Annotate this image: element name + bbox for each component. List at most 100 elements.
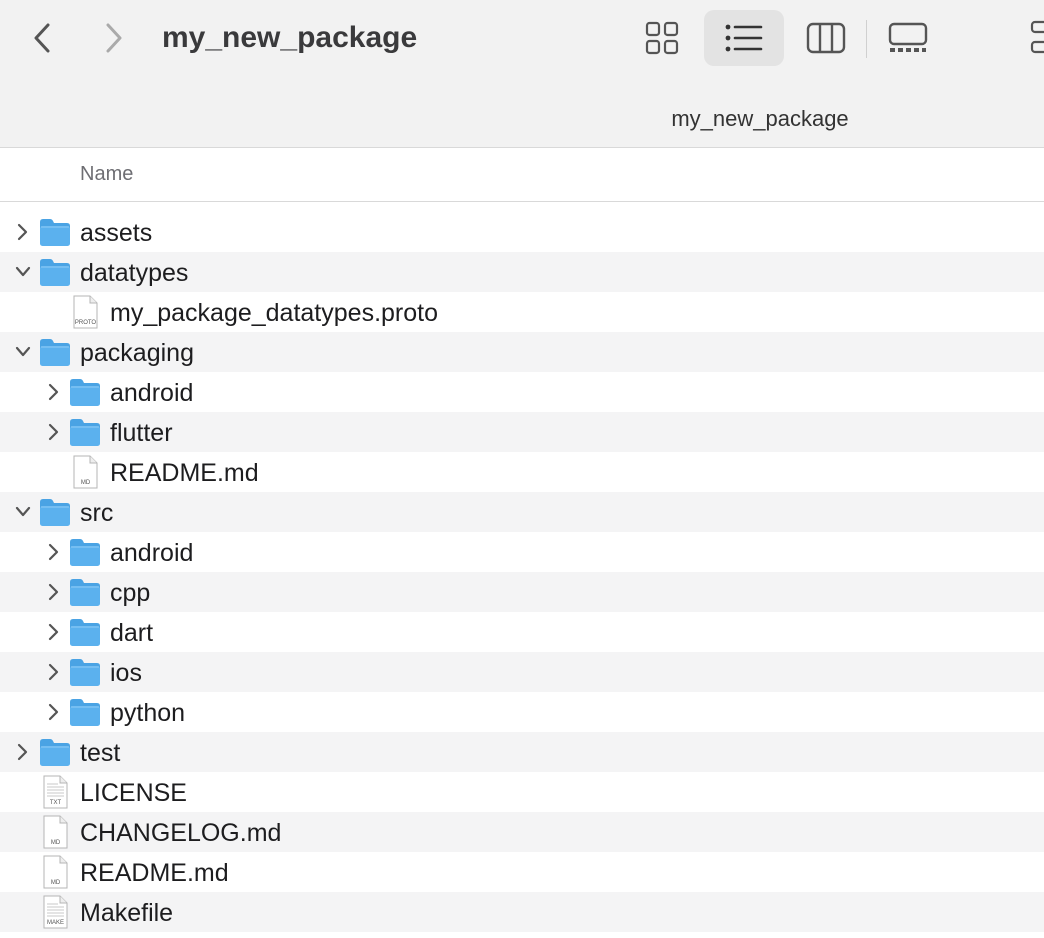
folder-name: ios (110, 659, 142, 687)
folder-name: packaging (80, 339, 194, 367)
folder-icon (40, 499, 70, 526)
folder-row[interactable]: datatypes (0, 252, 1044, 292)
file-name: Makefile (80, 899, 174, 927)
folder-icon (70, 419, 100, 446)
folder-row[interactable]: dart (0, 612, 1044, 652)
file-row[interactable]: MD README.md (0, 452, 1044, 492)
folder-icon (70, 379, 100, 406)
chevron-right-icon (48, 543, 59, 561)
folder-name: flutter (110, 419, 173, 447)
folder-name: android (110, 379, 194, 407)
disclosure-expanded-button[interactable] (15, 503, 31, 521)
document-icon: MD (43, 815, 68, 849)
folder-row[interactable]: cpp (0, 572, 1044, 612)
chevron-right-icon (48, 423, 59, 441)
file-type-tag: MD (51, 840, 61, 846)
disclosure-collapsed-button[interactable] (15, 223, 31, 241)
file-name: my_package_datatypes.proto (110, 299, 438, 327)
file-type-tag: TXT (50, 800, 62, 806)
folder-icon (70, 619, 100, 646)
back-button[interactable] (22, 16, 62, 60)
disclosure-collapsed-button[interactable] (46, 543, 62, 561)
folder-icon (70, 659, 100, 686)
document-icon: MAKE (43, 895, 68, 929)
disclosure-collapsed-button[interactable] (46, 383, 62, 401)
document-icon: MD (73, 455, 98, 489)
folder-row[interactable]: python (0, 692, 1044, 732)
disclosure-collapsed-button[interactable] (46, 703, 62, 721)
group-icon (1030, 20, 1044, 54)
file-name: CHANGELOG.md (80, 819, 282, 847)
folder-icon (70, 539, 100, 566)
file-type-tag: PROTO (75, 320, 97, 326)
folder-row[interactable]: src (0, 492, 1044, 532)
chevron-right-icon (48, 383, 59, 401)
list-icon (725, 24, 763, 52)
file-name: LICENSE (80, 779, 187, 807)
document-icon: TXT (43, 775, 68, 809)
gallery-view-button[interactable] (868, 10, 948, 66)
disclosure-expanded-button[interactable] (15, 263, 31, 281)
folder-icon (70, 699, 100, 726)
folder-row[interactable]: ios (0, 652, 1044, 692)
chevron-right-icon (48, 623, 59, 641)
disclosure-collapsed-button[interactable] (46, 423, 62, 441)
chevron-down-icon (15, 266, 31, 277)
chevron-down-icon (15, 346, 31, 357)
folder-row[interactable]: packaging (0, 332, 1044, 372)
column-view-button[interactable] (786, 10, 866, 66)
folder-icon (40, 739, 70, 766)
name-column-header[interactable]: Name (80, 160, 133, 188)
folder-row[interactable]: assets (0, 212, 1044, 252)
disclosure-collapsed-button[interactable] (46, 583, 62, 601)
file-row[interactable]: MD README.md (0, 852, 1044, 892)
folder-row[interactable]: flutter (0, 412, 1044, 452)
gallery-icon (888, 22, 928, 52)
list-view-button[interactable] (704, 10, 784, 66)
folder-icon (40, 339, 70, 366)
folder-name: src (80, 499, 114, 527)
column-header: Name (0, 148, 1044, 202)
folder-row[interactable]: android (0, 532, 1044, 572)
file-type-tag: MAKE (47, 920, 64, 926)
disclosure-expanded-button[interactable] (15, 343, 31, 361)
file-name: README.md (80, 859, 229, 887)
chevron-right-icon (48, 663, 59, 681)
folder-icon (40, 259, 70, 286)
grid-icon (645, 21, 679, 55)
chevron-right-icon (17, 743, 28, 761)
file-row[interactable]: PROTO my_package_datatypes.proto (0, 292, 1044, 332)
folder-name: android (110, 539, 194, 567)
file-type-tag: MD (81, 480, 91, 486)
finder-toolbar: my_new_package my_new_package (0, 0, 1044, 148)
disclosure-collapsed-button[interactable] (15, 743, 31, 761)
folder-name: dart (110, 619, 154, 647)
folder-name: test (80, 739, 121, 767)
icon-view-button[interactable] (622, 10, 702, 66)
folder-row[interactable]: test (0, 732, 1044, 772)
file-row[interactable]: TXT LICENSE (0, 772, 1044, 812)
forward-button[interactable] (94, 16, 134, 60)
folder-row[interactable]: android (0, 372, 1044, 412)
path-bar-label: my_new_package (671, 106, 849, 131)
chevron-right-icon (48, 583, 59, 601)
folder-name: cpp (110, 579, 151, 607)
file-type-tag: MD (51, 880, 61, 886)
file-row[interactable]: MAKE Makefile (0, 892, 1044, 932)
file-name: README.md (110, 459, 259, 487)
folder-icon (40, 219, 70, 246)
file-row[interactable]: MD CHANGELOG.md (0, 812, 1044, 852)
document-icon: PROTO (73, 295, 98, 329)
disclosure-collapsed-button[interactable] (46, 663, 62, 681)
folder-name: python (110, 699, 186, 727)
document-icon: MD (43, 855, 68, 889)
group-button[interactable] (1018, 16, 1044, 60)
folder-name: datatypes (80, 259, 189, 287)
folder-icon (70, 579, 100, 606)
toolbar-separator (866, 20, 867, 58)
chevron-down-icon (15, 506, 31, 517)
chevron-right-icon (48, 703, 59, 721)
disclosure-collapsed-button[interactable] (46, 623, 62, 641)
chevron-left-icon (34, 23, 50, 53)
chevron-right-icon (17, 223, 28, 241)
